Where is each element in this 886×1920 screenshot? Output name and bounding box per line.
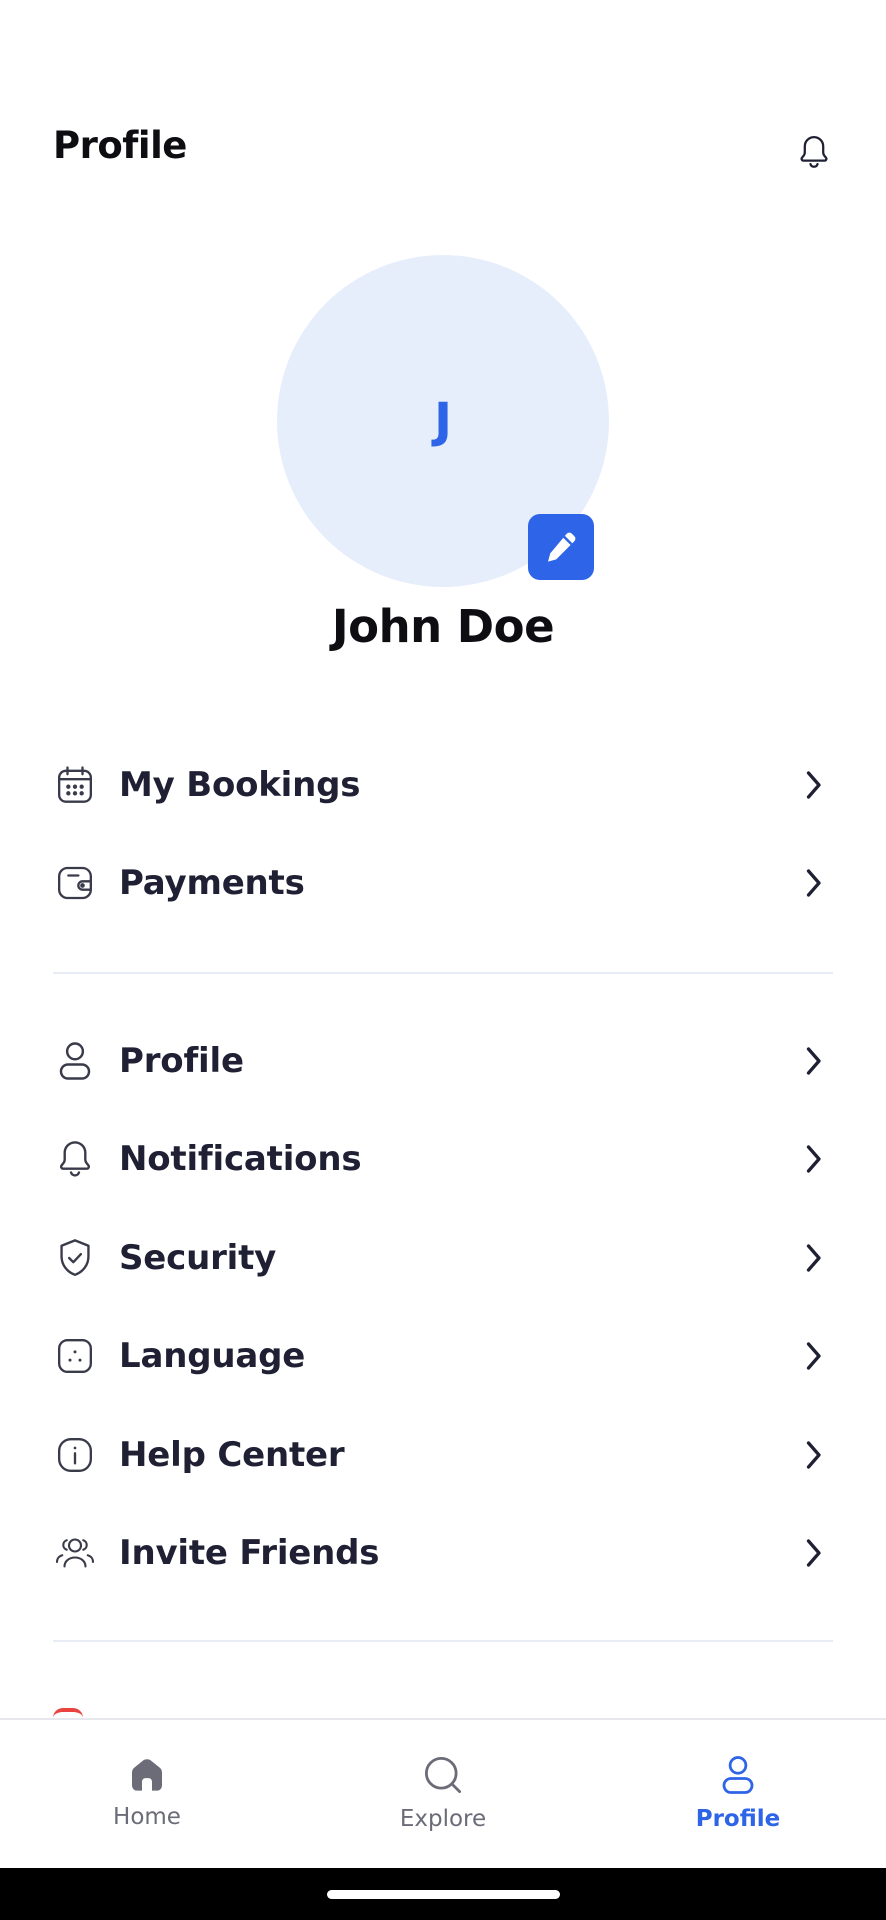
menu-item-my-bookings[interactable]: My Bookings: [53, 750, 833, 820]
chevron-right-icon: [795, 1043, 831, 1079]
chevron-right-icon: [795, 1535, 831, 1571]
info-icon: [53, 1433, 97, 1477]
nav-item-home[interactable]: Home: [47, 1720, 247, 1870]
bottom-nav: Home Explore Profile: [0, 1718, 886, 1868]
notifications-button[interactable]: [792, 130, 836, 174]
chevron-right-icon: [795, 1141, 831, 1177]
calendar-icon: [53, 763, 97, 807]
divider: [53, 1640, 833, 1642]
bell-icon: [800, 135, 828, 168]
users-icon: [53, 1531, 97, 1575]
home-icon: [132, 1759, 162, 1791]
chevron-right-icon: [795, 1240, 831, 1276]
menu-item-label: Payments: [119, 863, 305, 903]
menu-item-security[interactable]: Security: [53, 1223, 833, 1293]
chevron-right-icon: [795, 865, 831, 901]
edit-avatar-button[interactable]: [528, 514, 594, 580]
menu-item-payments[interactable]: Payments: [53, 848, 833, 918]
home-indicator[interactable]: [327, 1890, 560, 1899]
pencil-icon: [548, 532, 576, 562]
nav-item-profile[interactable]: Profile: [638, 1720, 838, 1870]
user-icon: [722, 1756, 754, 1794]
nav-label: Profile: [695, 1806, 781, 1832]
menu-item-profile[interactable]: Profile: [53, 1026, 833, 1096]
menu-item-label: Profile: [119, 1041, 244, 1081]
menu-item-label: My Bookings: [119, 765, 361, 805]
menu-item-language[interactable]: Language: [53, 1321, 833, 1391]
bell-icon: [53, 1137, 97, 1181]
nav-item-explore[interactable]: Explore: [343, 1720, 543, 1870]
wallet-icon: [53, 861, 97, 905]
nav-label: Explore: [399, 1806, 487, 1832]
menu-item-label: Language: [119, 1336, 306, 1376]
menu-item-invite-friends[interactable]: Invite Friends: [53, 1518, 833, 1588]
chevron-right-icon: [795, 1437, 831, 1473]
menu-item-notifications[interactable]: Notifications: [53, 1124, 833, 1194]
page-title: Profile: [53, 124, 187, 167]
chevron-right-icon: [795, 1338, 831, 1374]
language-icon: [53, 1334, 97, 1378]
logout-item-peek: [53, 1708, 83, 1718]
menu-item-help-center[interactable]: Help Center: [53, 1420, 833, 1490]
menu-item-label: Security: [119, 1238, 277, 1278]
chevron-right-icon: [795, 767, 831, 803]
divider: [53, 972, 833, 974]
shield-check-icon: [53, 1236, 97, 1280]
menu-item-label: Invite Friends: [119, 1533, 380, 1573]
header: Profile: [0, 0, 886, 200]
user-icon: [53, 1039, 97, 1083]
search-icon: [424, 1756, 462, 1794]
avatar-initial: J: [434, 393, 452, 449]
user-name: John Doe: [331, 600, 555, 653]
menu-item-label: Help Center: [119, 1435, 345, 1475]
menu-item-label: Notifications: [119, 1139, 362, 1179]
nav-label: Home: [113, 1804, 181, 1830]
